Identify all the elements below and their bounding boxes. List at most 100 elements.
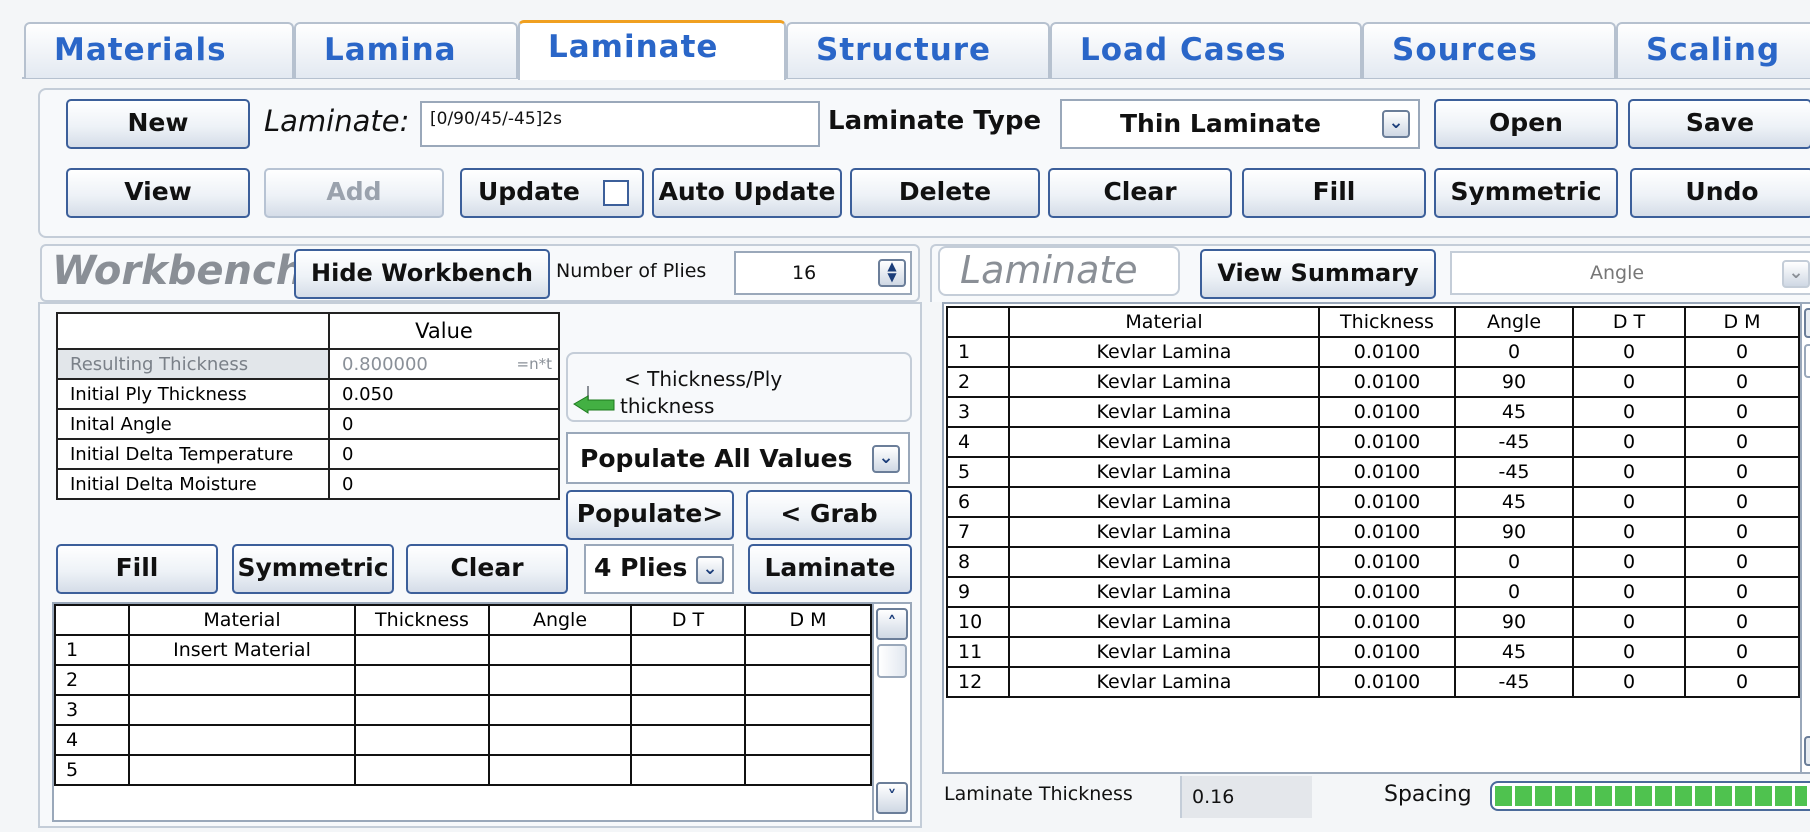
cell-dm[interactable]: 0 [1684,576,1800,608]
cell-angle[interactable]: 90 [1454,606,1574,638]
cell-angle[interactable] [488,664,632,696]
view-summary-button[interactable]: View Summary [1200,249,1436,299]
scroll-up-icon[interactable] [1804,308,1810,338]
num-plies-spinner[interactable]: 16 ▲ ▼ [734,251,912,295]
cell-angle[interactable]: -45 [1454,456,1574,488]
clear-button[interactable]: Clear [1048,168,1232,218]
table-row[interactable]: 1 Insert Material [54,634,872,666]
cell-material[interactable]: Kevlar Lamina [1008,396,1320,428]
col-header-material[interactable]: Material [128,604,356,636]
cell-material[interactable]: Insert Material [128,634,356,666]
cell-thickness[interactable]: 0.0100 [1318,576,1456,608]
workbench-scrollbar[interactable]: ˄ ˅ [872,604,910,820]
prop-value-input[interactable]: 0 [328,468,560,500]
cell-thickness[interactable]: 0.0100 [1318,546,1456,578]
col-header-dm[interactable]: D M [744,604,872,636]
prop-value-input[interactable]: 0 [328,408,560,440]
cell-thickness[interactable]: 0.0100 [1318,396,1456,428]
cell-dm[interactable] [744,754,872,786]
prop-value-input[interactable]: 0 [328,438,560,470]
cell-material[interactable] [128,694,356,726]
cell-material[interactable]: Kevlar Lamina [1008,516,1320,548]
delete-button[interactable]: Delete [850,168,1040,218]
cell-dt[interactable]: 0 [1572,456,1686,488]
cell-dm[interactable]: 0 [1684,546,1800,578]
cell-material[interactable] [128,754,356,786]
table-row[interactable]: 7 Kevlar Lamina 0.0100 90 0 0 [946,516,1800,548]
table-row[interactable]: 2 Kevlar Lamina 0.0100 90 0 0 [946,366,1800,398]
cell-thickness[interactable] [354,724,490,756]
chevron-down-icon[interactable]: ⌄ [1782,260,1810,288]
cell-material[interactable]: Kevlar Lamina [1008,606,1320,638]
cell-angle[interactable]: -45 [1454,426,1574,458]
cell-angle[interactable]: 0 [1454,546,1574,578]
cell-dm[interactable]: 0 [1684,396,1800,428]
tab-sources[interactable]: Sources [1362,22,1616,78]
cell-angle[interactable]: 0 [1454,336,1574,368]
table-row[interactable]: 2 [54,664,872,696]
cell-thickness[interactable] [354,754,490,786]
col-header-material[interactable]: Material [1008,306,1320,338]
new-button[interactable]: New [66,99,250,149]
cell-angle[interactable]: 90 [1454,366,1574,398]
cell-angle[interactable] [488,634,632,666]
save-button[interactable]: Save [1628,99,1810,149]
table-row[interactable]: 3 Kevlar Lamina 0.0100 45 0 0 [946,396,1800,428]
cell-dm[interactable]: 0 [1684,336,1800,368]
cell-thickness[interactable] [354,664,490,696]
fill-button[interactable]: Fill [1242,168,1426,218]
tab-scaling[interactable]: Scaling [1616,22,1810,78]
table-row[interactable]: 4 [54,724,872,756]
cell-material[interactable]: Kevlar Lamina [1008,366,1320,398]
table-row[interactable]: 8 Kevlar Lamina 0.0100 0 0 0 [946,546,1800,578]
cell-dm[interactable]: 0 [1684,516,1800,548]
table-row[interactable]: 5 Kevlar Lamina 0.0100 -45 0 0 [946,456,1800,488]
cell-material[interactable] [128,664,356,696]
tab-materials[interactable]: Materials [24,22,294,78]
col-header-angle[interactable]: Angle [1454,306,1574,338]
cell-dt[interactable] [630,754,746,786]
cell-thickness[interactable] [354,634,490,666]
cell-angle[interactable] [488,724,632,756]
tab-lamina[interactable]: Lamina [294,22,518,78]
cell-dt[interactable]: 0 [1572,516,1686,548]
col-header-thickness[interactable]: Thickness [1318,306,1456,338]
open-button[interactable]: Open [1434,99,1618,149]
update-button[interactable]: Update [460,168,644,218]
cell-dt[interactable]: 0 [1572,426,1686,458]
chevron-down-icon[interactable]: ⌄ [696,556,724,584]
cell-angle[interactable]: -45 [1454,666,1574,698]
auto-update-button[interactable]: Auto Update [652,168,842,218]
scroll-thumb[interactable] [877,644,907,678]
cell-material[interactable] [128,724,356,756]
table-row[interactable]: 10 Kevlar Lamina 0.0100 90 0 0 [946,606,1800,638]
sort-select[interactable]: Angle ⌄ [1450,251,1810,295]
laminate-scrollbar[interactable] [1800,304,1810,772]
spacing-slider[interactable] [1490,781,1810,811]
cell-dt[interactable]: 0 [1572,666,1686,698]
add-button[interactable]: Add [264,168,444,218]
col-header-angle[interactable]: Angle [488,604,632,636]
cell-dt[interactable]: 0 [1572,396,1686,428]
laminate-transfer-button[interactable]: Laminate > [748,544,912,626]
cell-material[interactable]: Kevlar Lamina [1008,666,1320,698]
cell-dt[interactable] [630,634,746,666]
cell-thickness[interactable]: 0.0100 [1318,516,1456,548]
cell-dm[interactable] [744,724,872,756]
cell-thickness[interactable] [354,694,490,726]
cell-thickness[interactable]: 0.0100 [1318,426,1456,458]
cell-angle[interactable]: 0 [1454,576,1574,608]
table-row[interactable]: 1 Kevlar Lamina 0.0100 0 0 0 [946,336,1800,368]
table-row[interactable]: 12 Kevlar Lamina 0.0100 -45 0 0 [946,666,1800,698]
cell-thickness[interactable]: 0.0100 [1318,486,1456,518]
cell-dm[interactable] [744,634,872,666]
cell-angle[interactable]: 45 [1454,636,1574,668]
laminate-name-input[interactable]: [0/90/45/-45]2s [420,101,820,147]
cell-dt[interactable]: 0 [1572,606,1686,638]
undo-button[interactable]: Undo [1630,168,1810,218]
scroll-up-icon[interactable]: ˄ [876,608,908,640]
cell-angle[interactable] [488,694,632,726]
chevron-down-icon[interactable]: ⌄ [872,445,900,473]
tab-load-cases[interactable]: Load Cases [1050,22,1362,78]
scroll-down-icon[interactable] [1804,736,1810,766]
